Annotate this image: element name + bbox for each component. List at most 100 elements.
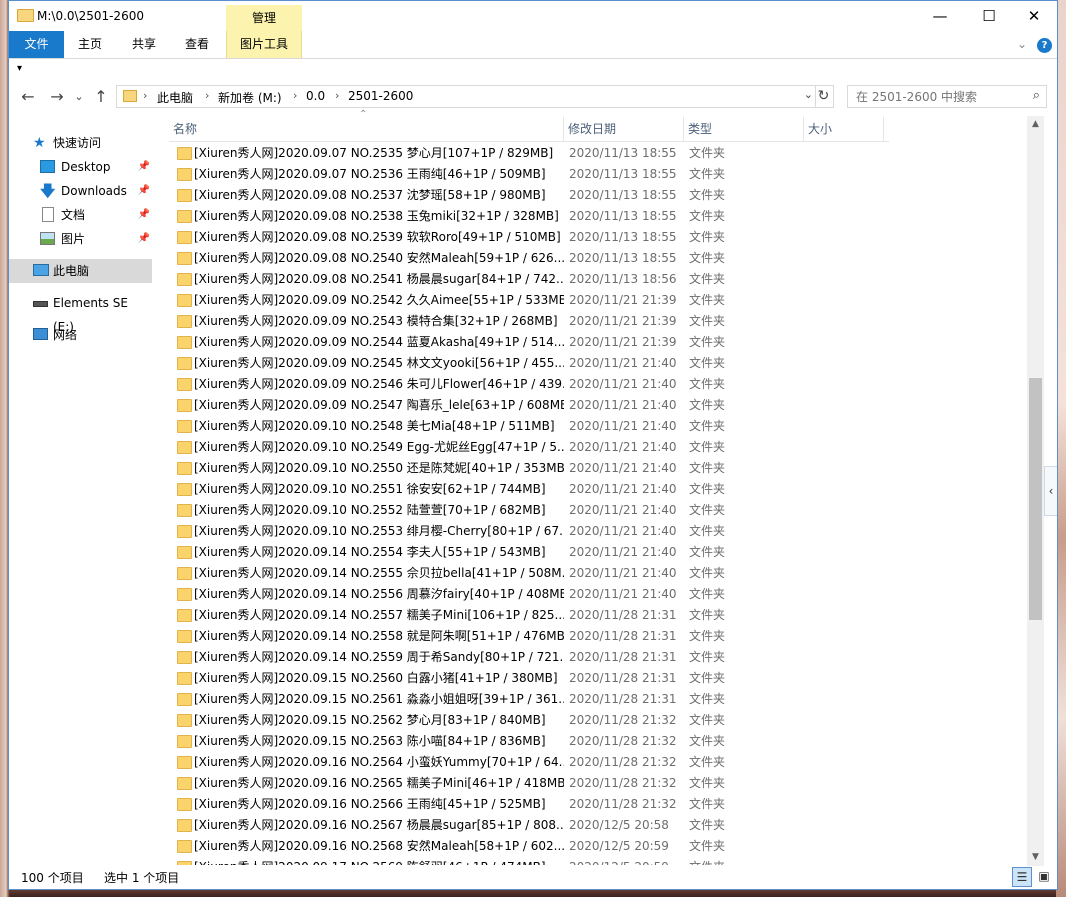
file-row[interactable]: [Xiuren秀人网]2020.09.15 NO.2562 梦心月[83+1P …	[169, 710, 1024, 731]
file-row[interactable]: [Xiuren秀人网]2020.09.15 NO.2560 白露小猪[41+1P…	[169, 668, 1024, 689]
file-name: [Xiuren秀人网]2020.09.09 NO.2546 朱可儿Flower[…	[194, 377, 564, 391]
file-name: [Xiuren秀人网]2020.09.10 NO.2548 美七Mia[48+1…	[194, 419, 555, 433]
nav-item-downloads[interactable]: 🡇 Downloads 📌	[9, 179, 152, 203]
file-row[interactable]: [Xiuren秀人网]2020.09.10 NO.2552 陆萱萱[70+1P …	[169, 500, 1024, 521]
tab-home[interactable]: 主页	[75, 31, 105, 58]
file-row[interactable]: [Xiuren秀人网]2020.09.07 NO.2536 王雨纯[46+1P …	[169, 164, 1024, 185]
back-arrow-icon[interactable]: ←	[17, 87, 39, 107]
breadcrumb-drive-m[interactable]: 新加卷 (M:)	[218, 89, 282, 106]
file-name: [Xiuren秀人网]2020.09.14 NO.2559 周于希Sandy[8…	[194, 650, 564, 664]
nav-item-drive-e[interactable]: Elements SE (E:)	[9, 291, 152, 334]
file-row[interactable]: [Xiuren秀人网]2020.09.10 NO.2553 绯月樱-Cherry…	[169, 521, 1024, 542]
pin-icon[interactable]: 📌	[138, 203, 150, 227]
scroll-down-icon[interactable]: ▼	[1027, 849, 1044, 866]
file-row[interactable]: [Xiuren秀人网]2020.09.14 NO.2555 佘贝拉bella[4…	[169, 563, 1024, 584]
nav-item-desktop[interactable]: Desktop 📌	[9, 155, 152, 179]
folder-icon	[177, 861, 192, 865]
address-dropdown-icon[interactable]: ⌄	[804, 88, 813, 101]
up-arrow-icon[interactable]: ↑	[90, 87, 112, 107]
pin-icon[interactable]: 📌	[138, 227, 150, 251]
column-header-name[interactable]: 名称	[169, 117, 564, 141]
file-row[interactable]: [Xiuren秀人网]2020.09.16 NO.2567 杨晨晨sugar[8…	[169, 815, 1024, 836]
breadcrumb-separator-icon[interactable]: ›	[335, 89, 339, 102]
pin-icon[interactable]: 📌	[138, 155, 150, 179]
file-row[interactable]: [Xiuren秀人网]2020.09.14 NO.2556 周慕汐fairy[4…	[169, 584, 1024, 605]
file-row[interactable]: [Xiuren秀人网]2020.09.14 NO.2554 李夫人[55+1P …	[169, 542, 1024, 563]
tab-view[interactable]: 查看	[182, 31, 212, 58]
tab-picture-tools[interactable]: 图片工具	[226, 31, 302, 58]
nav-item-quick-access[interactable]: ★ 快速访问	[9, 131, 152, 155]
file-row[interactable]: [Xiuren秀人网]2020.09.09 NO.2547 陶喜乐_lele[6…	[169, 395, 1024, 416]
minimize-button[interactable]: —	[917, 1, 963, 31]
file-row[interactable]: [Xiuren秀人网]2020.09.08 NO.2541 杨晨晨sugar[8…	[169, 269, 1024, 290]
nav-item-documents[interactable]: 文档 📌	[9, 203, 152, 227]
large-icons-view-icon[interactable]: ▣	[1034, 867, 1054, 887]
file-row[interactable]: [Xiuren秀人网]2020.09.16 NO.2564 小蛮妖Yummy[7…	[169, 752, 1024, 773]
file-row[interactable]: [Xiuren秀人网]2020.09.10 NO.2551 徐安安[62+1P …	[169, 479, 1024, 500]
file-type: 文件夹	[689, 398, 726, 412]
tab-file[interactable]: 文件	[9, 31, 64, 58]
vertical-scrollbar[interactable]: ▲ ▼	[1027, 116, 1044, 866]
file-row[interactable]: [Xiuren秀人网]2020.09.10 NO.2550 还是陈梵妮[40+1…	[169, 458, 1024, 479]
breadcrumb-this-pc[interactable]: 此电脑	[157, 89, 193, 106]
scrollbar-thumb[interactable]	[1029, 378, 1042, 620]
refresh-button[interactable]: ↻	[814, 85, 834, 108]
file-row[interactable]: [Xiuren秀人网]2020.09.09 NO.2542 久久Aimee[55…	[169, 290, 1024, 311]
picture-icon	[40, 232, 55, 245]
column-header-size[interactable]: 大小	[804, 117, 884, 141]
preview-pane-handle[interactable]: ‹	[1044, 466, 1057, 516]
nav-item-label: Downloads	[61, 184, 127, 198]
file-row[interactable]: [Xiuren秀人网]2020.09.10 NO.2549 Egg-尤妮丝Egg…	[169, 437, 1024, 458]
column-header-date[interactable]: 修改日期	[564, 117, 684, 141]
scroll-up-icon[interactable]: ▲	[1027, 116, 1044, 133]
file-row[interactable]: [Xiuren秀人网]2020.09.16 NO.2568 安然Maleah[5…	[169, 836, 1024, 857]
help-icon[interactable]: ?	[1037, 38, 1052, 53]
file-row[interactable]: [Xiuren秀人网]2020.09.16 NO.2565 糯美子Mini[46…	[169, 773, 1024, 794]
quick-access-toolbar-toggle[interactable]: ▾	[17, 63, 22, 74]
maximize-button[interactable]: ☐	[966, 1, 1012, 31]
tab-share[interactable]: 共享	[129, 31, 159, 58]
search-box[interactable]: ⌕	[847, 85, 1047, 108]
close-button[interactable]: ✕	[1011, 1, 1057, 31]
file-type: 文件夹	[689, 461, 726, 475]
file-row[interactable]: [Xiuren秀人网]2020.09.14 NO.2558 就是阿朱啊[51+1…	[169, 626, 1024, 647]
file-row[interactable]: [Xiuren秀人网]2020.09.09 NO.2544 蓝夏Akasha[4…	[169, 332, 1024, 353]
file-name: [Xiuren秀人网]2020.09.16 NO.2568 安然Maleah[5…	[194, 839, 564, 853]
breadcrumb-folder-current[interactable]: 2501-2600	[348, 89, 413, 103]
file-row[interactable]: [Xiuren秀人网]2020.09.14 NO.2557 糯美子Mini[10…	[169, 605, 1024, 626]
file-row[interactable]: [Xiuren秀人网]2020.09.16 NO.2566 王雨纯[45+1P …	[169, 794, 1024, 815]
file-row[interactable]: [Xiuren秀人网]2020.09.08 NO.2537 沈梦瑶[58+1P …	[169, 185, 1024, 206]
file-row[interactable]: [Xiuren秀人网]2020.09.09 NO.2545 林文文yooki[5…	[169, 353, 1024, 374]
file-name: [Xiuren秀人网]2020.09.10 NO.2552 陆萱萱[70+1P …	[194, 503, 546, 517]
breadcrumb-separator-icon[interactable]: ›	[293, 89, 297, 102]
address-bar[interactable]: › 此电脑 › 新加卷 (M:) › 0.0 › 2501-2600 ⌄	[116, 85, 816, 108]
recent-locations-chevron-icon[interactable]: ⌄	[68, 87, 90, 107]
chevron-down-icon[interactable]: ⌄	[1017, 37, 1027, 51]
file-row[interactable]: [Xiuren秀人网]2020.09.10 NO.2548 美七Mia[48+1…	[169, 416, 1024, 437]
breadcrumb-separator-icon[interactable]: ›	[205, 89, 209, 102]
document-icon	[42, 207, 54, 222]
file-row[interactable]: [Xiuren秀人网]2020.09.14 NO.2559 周于希Sandy[8…	[169, 647, 1024, 668]
file-row[interactable]: [Xiuren秀人网]2020.09.15 NO.2561 淼淼小姐姐呀[39+…	[169, 689, 1024, 710]
details-view-icon[interactable]: ☰	[1012, 867, 1032, 887]
breadcrumb-separator-icon[interactable]: ›	[143, 89, 147, 102]
file-row[interactable]: [Xiuren秀人网]2020.09.09 NO.2543 模特合集[32+1P…	[169, 311, 1024, 332]
search-input[interactable]	[854, 89, 1023, 105]
nav-item-pictures[interactable]: 图片 📌	[9, 227, 152, 251]
file-row[interactable]: [Xiuren秀人网]2020.09.15 NO.2563 陈小喵[84+1P …	[169, 731, 1024, 752]
breadcrumb-folder-0-0[interactable]: 0.0	[306, 89, 325, 103]
file-row[interactable]: [Xiuren秀人网]2020.09.08 NO.2539 软软Roro[49+…	[169, 227, 1024, 248]
column-header-type[interactable]: 类型	[684, 117, 804, 141]
file-date: 2020/12/5 20:59	[569, 857, 669, 865]
file-row[interactable]: [Xiuren秀人网]2020.09.08 NO.2538 玉兔miki[32+…	[169, 206, 1024, 227]
pin-icon[interactable]: 📌	[138, 179, 150, 203]
forward-arrow-icon[interactable]: →	[46, 87, 68, 107]
nav-item-this-pc[interactable]: 此电脑	[9, 259, 152, 283]
file-row[interactable]: [Xiuren秀人网]2020.09.09 NO.2546 朱可儿Flower[…	[169, 374, 1024, 395]
search-icon[interactable]: ⌕	[1033, 88, 1040, 103]
file-row[interactable]: [Xiuren秀人网]2020.09.07 NO.2535 梦心月[107+1P…	[169, 143, 1024, 164]
file-date: 2020/11/21 21:40	[569, 545, 677, 559]
file-row[interactable]: [Xiuren秀人网]2020.09.17 NO.2569 陈舒羽[46+1P …	[169, 857, 1024, 865]
nav-item-network[interactable]: 网络	[9, 323, 152, 347]
file-row[interactable]: [Xiuren秀人网]2020.09.08 NO.2540 安然Maleah[5…	[169, 248, 1024, 269]
